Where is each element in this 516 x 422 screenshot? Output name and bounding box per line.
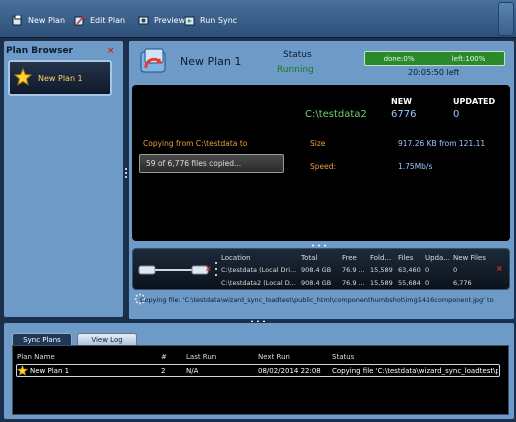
updated-label: UPDATED — [453, 97, 496, 106]
col-number[interactable]: # — [161, 353, 167, 361]
plan-title: New Plan 1 — [180, 55, 242, 68]
copy-progress-box: 59 of 6,776 files copied... — [139, 154, 284, 173]
loc-row1-new: 0 — [453, 266, 458, 274]
loc-row1-updated: 0 — [425, 266, 430, 274]
remove-left-icon[interactable]: × — [205, 264, 212, 273]
preview-icon — [138, 15, 149, 26]
col-updated[interactable]: Upda... — [425, 254, 450, 262]
col-next-run[interactable]: Next Run — [258, 353, 290, 361]
run-sync-icon — [184, 15, 195, 26]
new-count: 6776 — [391, 109, 417, 120]
col-files[interactable]: Files — [398, 254, 413, 262]
drive-icon — [138, 263, 210, 279]
row-number: 2 — [161, 367, 166, 375]
plan-browser-title: Plan Browser — [6, 46, 73, 56]
sync-logo-icon — [137, 46, 169, 80]
loc-row2-folders: 15,589 — [370, 279, 393, 287]
updated-count: 0 — [453, 109, 460, 120]
row-last-run: N/A — [186, 367, 199, 375]
loc-row1-free: 76.9 ... — [342, 266, 365, 274]
col-location[interactable]: Location — [221, 254, 251, 262]
preview-button[interactable]: Preview — [138, 13, 185, 27]
col-last-run[interactable]: Last Run — [186, 353, 216, 361]
loc-row1-location: C:\testdata (Local Dri... — [221, 266, 297, 274]
status-label: Status — [283, 50, 312, 60]
progress-done: done:0% — [383, 54, 415, 63]
row-status: Copying file 'C:\testdata\wizard_sync_lo… — [332, 367, 498, 375]
edit-plan-icon — [74, 15, 85, 26]
col-total[interactable]: Total — [301, 254, 317, 262]
row-plan-name: New Plan 1 — [30, 367, 70, 375]
target-path: C:\testdata2 — [305, 109, 367, 120]
col-status[interactable]: Status — [332, 353, 354, 361]
row-next-run: 08/02/2014 22:08 — [258, 367, 321, 375]
new-label: NEW — [391, 97, 412, 106]
status-value: Running — [277, 65, 314, 75]
progress-bar: done:0% left:100% — [364, 51, 505, 66]
loc-row1-files: 63,460 — [398, 266, 421, 274]
size-label: Size — [310, 139, 326, 148]
plan-tile-new-plan-1[interactable]: New Plan 1 — [8, 60, 112, 96]
loc-row2-total: 908.4 GB — [301, 279, 332, 287]
col-free[interactable]: Free — [342, 254, 357, 262]
toolbar-end-button[interactable] — [498, 2, 514, 36]
col-new-files[interactable]: New Files — [453, 254, 486, 262]
speed-value: 1.75Mb/s — [398, 162, 433, 171]
loc-row2-updated: 0 — [425, 279, 430, 287]
loc-row2-new: 6,776 — [453, 279, 472, 287]
col-folders[interactable]: Fold... — [370, 254, 391, 262]
location-splitter[interactable] — [214, 254, 218, 284]
remove-right-icon[interactable]: × — [496, 264, 503, 273]
new-plan-label: New Plan — [28, 15, 66, 25]
speed-label: Speed: — [310, 162, 337, 171]
star-icon — [13, 67, 33, 88]
col-plan-name[interactable]: Plan Name — [17, 353, 55, 361]
progress-left: left:100% — [451, 54, 486, 63]
loc-row1-total: 908.4 GB — [301, 266, 332, 274]
loc-row1-folders: 15,589 — [370, 266, 393, 274]
plan-tile-label: New Plan 1 — [38, 73, 83, 83]
loc-row2-files: 55,684 — [398, 279, 421, 287]
preview-label: Preview — [154, 15, 186, 25]
run-sync-label: Run Sync — [200, 15, 238, 25]
copying-label: Copying from C:\testdata to — [143, 139, 248, 148]
new-plan-button[interactable]: New Plan — [12, 13, 65, 27]
current-file-status: Copying file: 'C:\testdata\wizard_sync_l… — [140, 296, 494, 304]
edit-plan-label: Edit Plan — [90, 15, 126, 25]
loc-row2-location: C:\testdata2 (Local D... — [221, 279, 296, 287]
run-sync-button[interactable]: Run Sync — [184, 13, 237, 27]
edit-plan-button[interactable]: Edit Plan — [74, 13, 125, 27]
new-plan-icon — [12, 14, 23, 26]
close-icon[interactable]: × — [107, 46, 115, 56]
loc-row2-free: 76.9 ... — [342, 279, 365, 287]
star-icon — [16, 364, 29, 378]
time-left: 20:05:50 left — [408, 68, 460, 77]
size-value: 917.26 KB from 121.11 — [398, 139, 486, 148]
